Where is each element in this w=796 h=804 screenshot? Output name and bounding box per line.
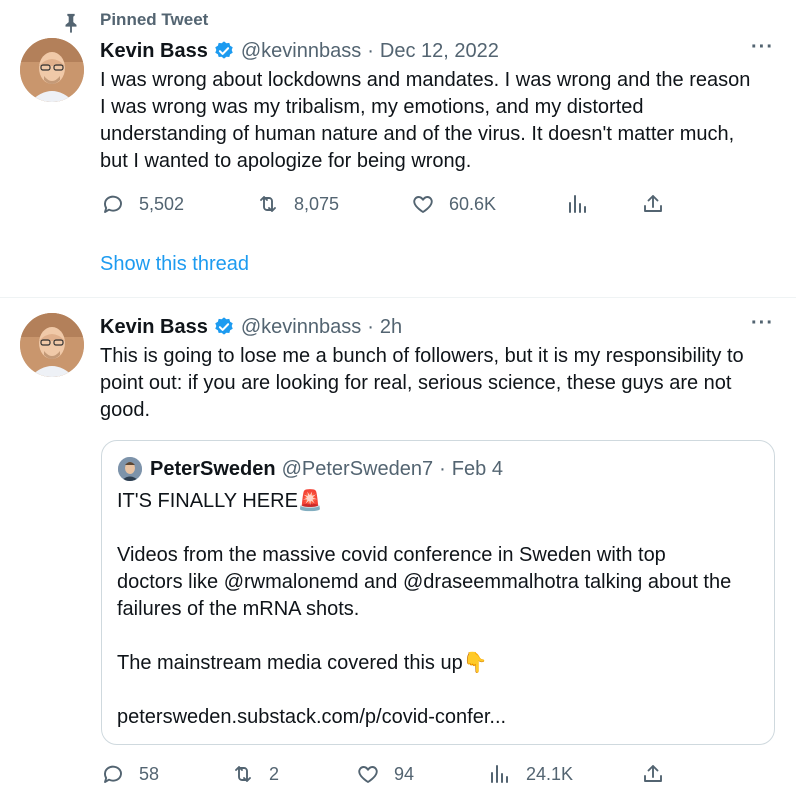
author-name[interactable]: Kevin Bass xyxy=(100,40,208,63)
retweet-count: 2 xyxy=(269,763,280,784)
quoted-text-line: failures of the mRNA shots. xyxy=(117,598,360,620)
tweet-date[interactable]: 2h xyxy=(380,316,402,339)
retweet-button[interactable]: 8,075 xyxy=(256,190,339,218)
verified-icon xyxy=(215,317,233,335)
quoted-tweet-date[interactable]: Feb 4 xyxy=(452,458,503,481)
separator-dot: · xyxy=(367,315,374,338)
quoted-link[interactable]: petersweden.substack.com/p/covid-confer.… xyxy=(117,704,767,731)
quoted-text-segment: IT'S FINALLY HERE xyxy=(117,490,298,512)
more-icon[interactable]: ··· xyxy=(751,36,774,59)
retweet-icon xyxy=(235,766,251,782)
tweet-header: Kevin Bass @kevinnbass · Dec 12, 2022 xyxy=(100,37,499,65)
tweet-text-line: I was wrong about lockdowns and mandates… xyxy=(100,69,751,91)
tweet-text-line: point out: if you are looking for real, … xyxy=(100,372,732,394)
reply-count: 5,502 xyxy=(139,193,185,214)
quoted-author-name[interactable]: PeterSweden xyxy=(150,458,276,481)
quoted-text-line: The mainstream media covered this up👇 xyxy=(117,650,767,677)
author-handle[interactable]: @kevinnbass xyxy=(241,316,361,339)
author-name[interactable]: Kevin Bass xyxy=(100,316,208,339)
retweet-count: 8,075 xyxy=(294,193,340,214)
retweet-button[interactable]: 2 xyxy=(231,760,279,788)
like-button[interactable]: 94 xyxy=(356,760,414,788)
views-count: 24.1K xyxy=(526,763,574,784)
like-button[interactable]: 60.6K xyxy=(411,190,496,218)
like-icon xyxy=(358,766,378,783)
separator-dot: · xyxy=(367,39,374,62)
tweet-divider xyxy=(0,297,796,298)
avatar-photo xyxy=(20,313,84,377)
tweet-text: This is going to lose me a bunch of foll… xyxy=(100,343,790,424)
views-button[interactable]: 24.1K xyxy=(488,760,573,788)
tweet-text-line: understanding of human nature and of the… xyxy=(100,123,735,145)
pointing-down-emoji: 👇 xyxy=(462,652,488,674)
quoted-text-segment: The mainstream media covered this up xyxy=(117,652,463,674)
quoted-author-handle[interactable]: @PeterSweden7 xyxy=(282,458,434,481)
more-icon[interactable]: ··· xyxy=(751,312,774,335)
verified-icon xyxy=(215,41,233,59)
quoted-avatar-photo xyxy=(118,457,142,481)
reply-icon xyxy=(104,765,122,783)
separator-dot: · xyxy=(439,457,446,480)
views-icon xyxy=(491,765,508,783)
quoted-text-line: doctors like @rwmalonemd and @draseemmal… xyxy=(117,571,732,593)
quoted-avatar xyxy=(118,457,142,481)
author-handle[interactable]: @kevinnbass xyxy=(241,40,361,63)
quoted-tweet-card[interactable]: PeterSweden @PeterSweden7 · Feb 4 IT'S F… xyxy=(101,440,775,745)
share-button[interactable] xyxy=(641,760,665,788)
quoted-tweet-text: IT'S FINALLY HERE🚨 Videos from the massi… xyxy=(117,488,767,731)
share-button[interactable] xyxy=(641,190,665,218)
pinned-tweet-label: Pinned Tweet xyxy=(100,10,209,29)
tweet-text-line: but I wanted to apologize for being wron… xyxy=(100,150,472,172)
show-thread-link[interactable]: Show this thread xyxy=(100,253,249,276)
quoted-text-line: IT'S FINALLY HERE🚨 xyxy=(117,488,767,515)
analytics-button[interactable] xyxy=(566,190,590,218)
avatar-photo xyxy=(20,38,84,102)
tweet-text-line: This is going to lose me a bunch of foll… xyxy=(100,345,744,367)
tweet-text-line: good. xyxy=(100,399,151,421)
reply-button[interactable]: 58 xyxy=(101,760,159,788)
retweet-icon xyxy=(260,196,276,212)
quoted-tweet-header: PeterSweden @PeterSweden7 · Feb 4 xyxy=(118,457,503,481)
reply-button[interactable]: 5,502 xyxy=(101,190,184,218)
tweet-header: Kevin Bass @kevinnbass · 2h xyxy=(100,313,402,341)
tweet-text-line: I was wrong was my tribalism, my emotion… xyxy=(100,96,644,118)
avatar[interactable] xyxy=(20,38,84,102)
views-icon xyxy=(569,195,586,213)
like-count: 94 xyxy=(394,763,415,784)
avatar[interactable] xyxy=(20,313,84,377)
tweet-text: I was wrong about lockdowns and mandates… xyxy=(100,67,780,175)
tweet-date[interactable]: Dec 12, 2022 xyxy=(380,40,499,63)
like-icon xyxy=(413,196,433,213)
quoted-text-line: Videos from the massive covid conference… xyxy=(117,544,666,566)
siren-emoji: 🚨 xyxy=(297,490,323,512)
share-icon xyxy=(644,765,662,782)
share-icon xyxy=(644,195,662,212)
pinned-tweet-label-row: Pinned Tweet xyxy=(60,10,260,34)
like-count: 60.6K xyxy=(449,193,497,214)
pin-icon xyxy=(65,13,77,34)
reply-icon xyxy=(104,195,122,213)
reply-count: 58 xyxy=(139,763,160,784)
